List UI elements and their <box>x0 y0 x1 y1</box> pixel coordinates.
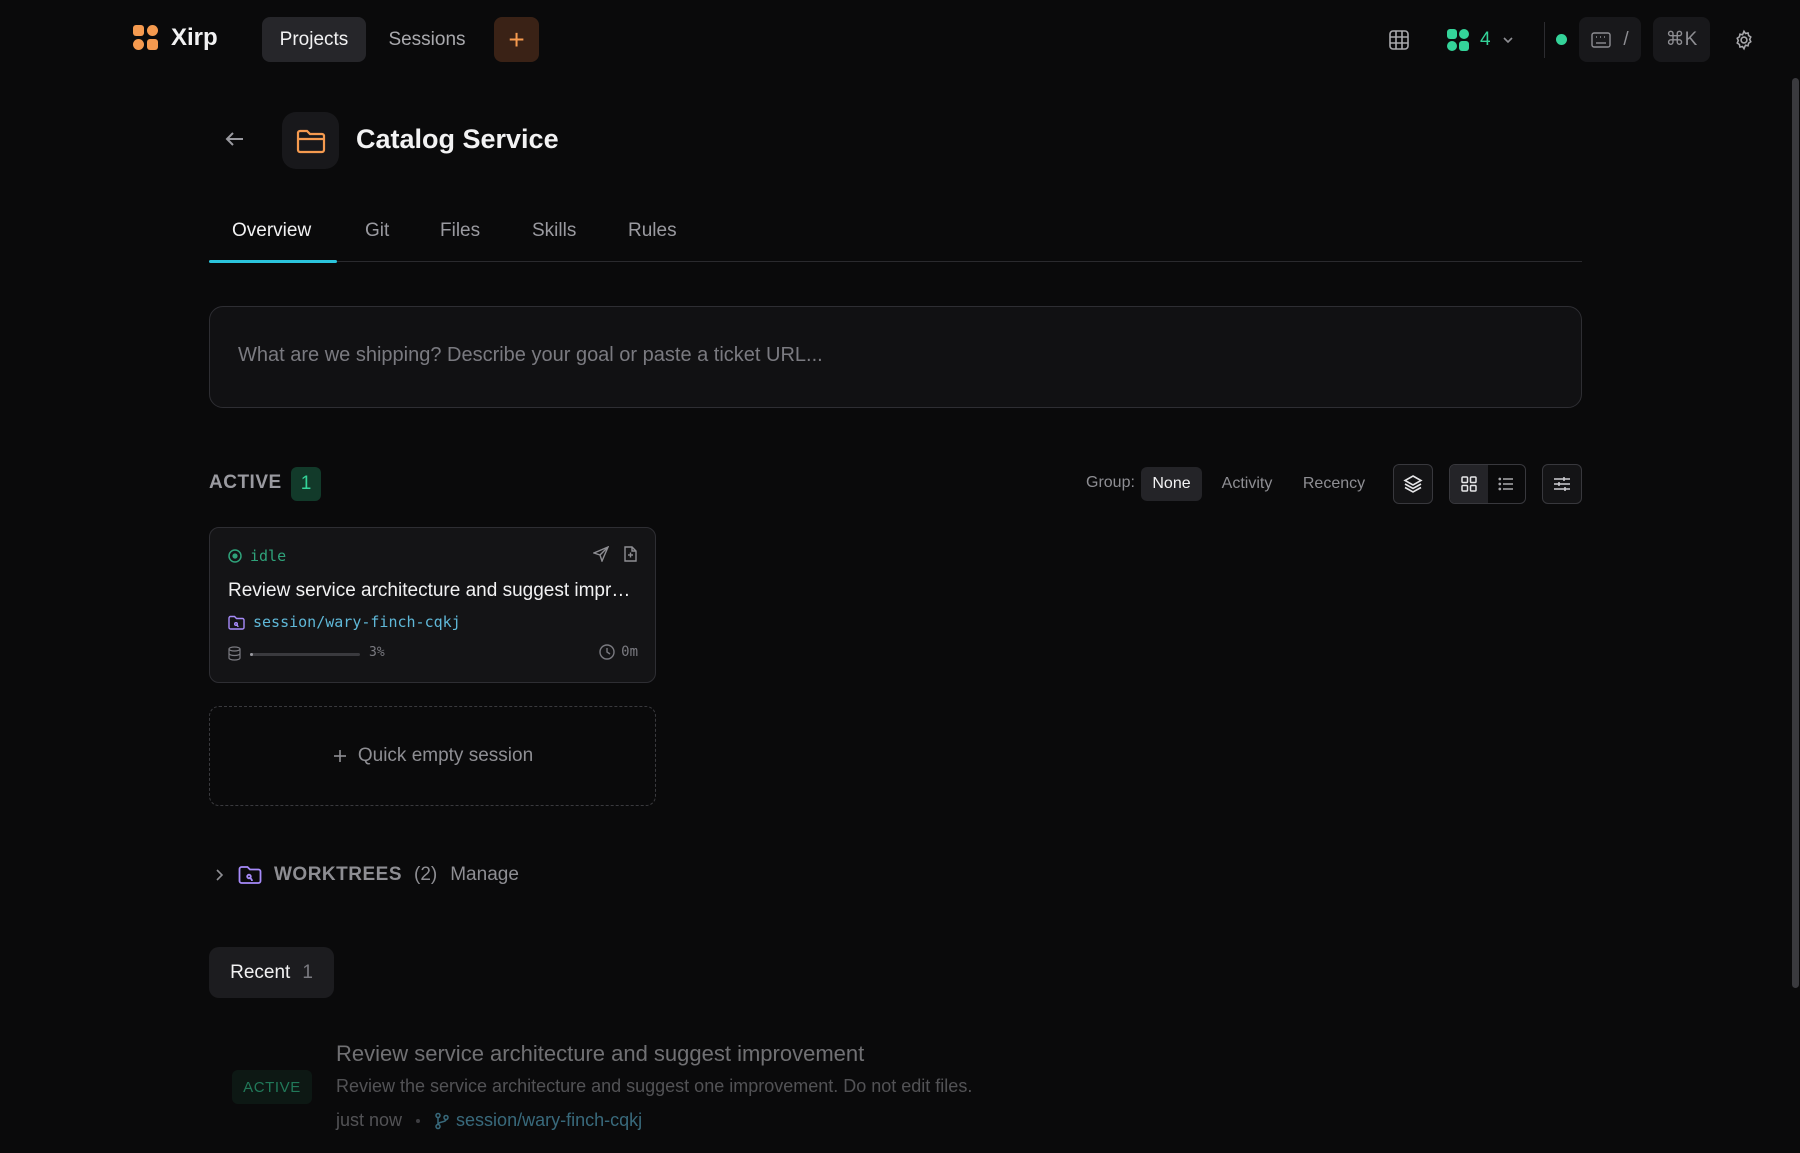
list-icon <box>1498 477 1514 491</box>
recent-item-title[interactable]: Review service architecture and suggest … <box>336 1041 864 1067</box>
worktree-folder-icon <box>238 866 262 884</box>
tab-git[interactable]: Git <box>365 220 389 242</box>
list-item[interactable]: ACTIVE Review service architecture and s… <box>209 1030 1109 1153</box>
worktree-folder-icon <box>228 615 245 630</box>
tab-rules[interactable]: Rules <box>628 220 677 242</box>
quick-empty-session-label: Quick empty session <box>357 745 534 766</box>
project-icon <box>282 112 339 169</box>
recent-item-branch[interactable]: session/wary-finch-cqkj <box>434 1110 642 1131</box>
group-option-none[interactable]: None <box>1141 467 1202 501</box>
recent-item-time: just now <box>336 1110 403 1130</box>
layers-icon <box>1403 475 1423 493</box>
worktrees-label[interactable]: WORKTREES <box>274 864 402 886</box>
command-palette-button[interactable]: ⌘K <box>1653 17 1710 62</box>
worktrees-manage-link[interactable]: Manage <box>450 864 519 886</box>
group-label: Group: <box>1086 474 1135 491</box>
status-idle-icon <box>228 549 242 563</box>
view-mode-toggle <box>1449 464 1526 504</box>
top-nav: Xirp Projects Sessions + 4 / ⌘K <box>0 0 1800 78</box>
chevron-right-icon[interactable] <box>212 868 226 882</box>
context-usage-bar <box>250 653 360 656</box>
connection-status-dot <box>1556 34 1567 45</box>
chevron-down-icon <box>1503 37 1513 44</box>
recent-count: 1 <box>302 961 313 983</box>
list-view-button[interactable] <box>1488 465 1526 503</box>
sliders-icon <box>1554 477 1570 491</box>
divider <box>1544 22 1545 58</box>
brand[interactable]: Xirp <box>133 24 218 52</box>
goal-input-container[interactable] <box>209 306 1582 408</box>
layers-toggle-button[interactable] <box>1393 464 1433 504</box>
document-icon[interactable] <box>623 546 637 562</box>
tab-skills[interactable]: Skills <box>532 220 576 242</box>
context-usage-percent: 3% <box>369 645 385 660</box>
new-session-button[interactable]: + <box>494 17 539 62</box>
recent-item-branch-name: session/wary-finch-cqkj <box>456 1110 643 1130</box>
quick-empty-session-button[interactable]: Quick empty session <box>209 706 656 806</box>
grid-icon <box>1461 476 1477 492</box>
database-icon <box>228 646 241 661</box>
recent-item-meta: just now session/wary-finch-cqkj <box>336 1110 642 1131</box>
group-option-activity[interactable]: Activity <box>1211 467 1283 501</box>
active-section-label: ACTIVE <box>209 472 282 493</box>
agents-dropdown[interactable]: 4 <box>1446 22 1515 58</box>
worktrees-count: (2) <box>414 864 438 885</box>
recent-label: Recent <box>230 961 291 983</box>
back-button[interactable] <box>218 122 252 156</box>
active-count-badge: 1 <box>291 467 321 501</box>
grid-view-button[interactable] <box>1450 465 1488 503</box>
session-title: Review service architecture and suggest … <box>228 580 640 601</box>
recent-tab[interactable]: Recent 1 <box>209 947 334 998</box>
session-card-footer: 3% 0m <box>228 644 638 664</box>
nav-projects[interactable]: Projects <box>262 17 366 62</box>
session-elapsed: 0m <box>599 644 638 660</box>
session-card[interactable]: idle Review service architecture and sug… <box>209 527 656 683</box>
session-status: idle <box>228 547 286 565</box>
arrow-left-icon <box>225 132 243 146</box>
session-branch-name: session/wary-finch-cqkj <box>253 613 461 631</box>
tab-files[interactable]: Files <box>440 220 480 242</box>
xirp-logo-icon <box>133 25 159 51</box>
plus-icon <box>333 750 346 762</box>
keyboard-shortcuts-button[interactable]: / <box>1579 17 1641 62</box>
tab-overview[interactable]: Overview <box>232 220 311 242</box>
agents-icon <box>1447 29 1469 51</box>
grid-view-icon[interactable] <box>1383 24 1415 56</box>
clock-icon <box>599 644 615 660</box>
session-card-actions <box>593 546 637 562</box>
agents-count: 4 <box>1480 29 1491 50</box>
app-name: Xirp <box>171 24 218 51</box>
gear-icon[interactable] <box>1728 24 1760 56</box>
separator-dot <box>416 1118 421 1123</box>
git-branch-icon <box>435 1112 449 1129</box>
session-status-label: idle <box>250 547 287 565</box>
nav-sessions[interactable]: Sessions <box>376 17 478 62</box>
recent-item-description: Review the service architecture and sugg… <box>336 1076 973 1096</box>
worktrees-section: WORKTREES (2) Manage <box>212 864 519 886</box>
session-branch[interactable]: session/wary-finch-cqkj <box>228 613 461 631</box>
keyboard-icon <box>1591 31 1612 48</box>
page-title: Catalog Service <box>356 124 559 154</box>
context-usage-fill <box>250 653 254 656</box>
status-badge: ACTIVE <box>232 1070 312 1104</box>
kbd-shortcut-label: / <box>1623 28 1629 50</box>
page-scrollbar[interactable] <box>1792 78 1799 988</box>
active-tab-indicator <box>209 260 337 263</box>
project-tabs: Overview Git Files Skills Rules <box>209 208 1582 263</box>
filter-settings-button[interactable] <box>1542 464 1582 504</box>
goal-input[interactable] <box>238 337 1538 373</box>
folder-icon <box>296 129 325 153</box>
group-option-recency[interactable]: Recency <box>1295 467 1373 501</box>
send-icon[interactable] <box>593 546 609 562</box>
session-elapsed-label: 0m <box>621 644 638 660</box>
